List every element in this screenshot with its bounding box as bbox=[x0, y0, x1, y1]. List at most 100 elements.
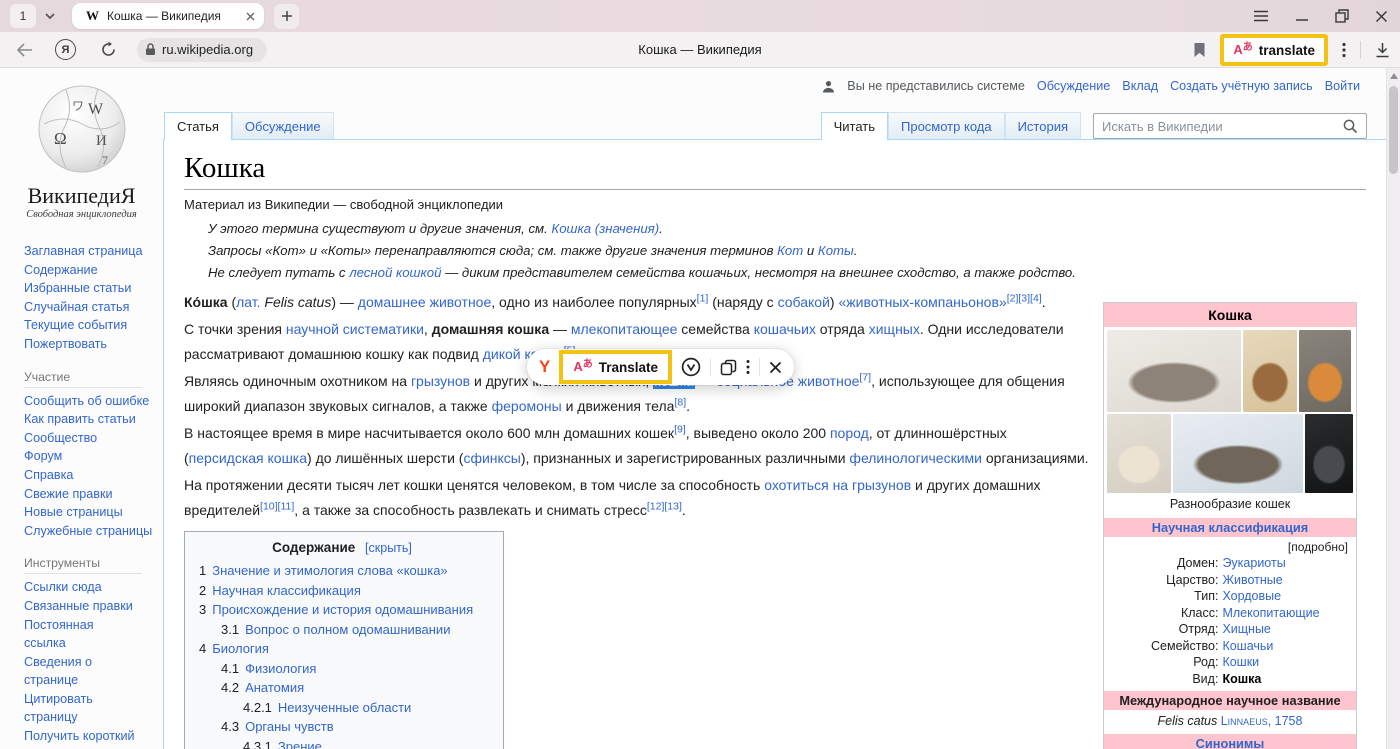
wiki-link[interactable]: Linnaeus bbox=[1221, 714, 1268, 728]
tab-history[interactable]: История bbox=[1005, 112, 1081, 139]
close-window-button[interactable] bbox=[1375, 10, 1388, 23]
classification-header[interactable]: Научная классификация bbox=[1104, 518, 1356, 537]
reference-link[interactable]: [7] bbox=[859, 371, 871, 383]
sidebar-link[interactable]: Случайная статья bbox=[24, 298, 163, 317]
wikipedia-logo[interactable]: Ω W И ワ 7 ВикипедиЯ Свободная энциклопед… bbox=[0, 82, 163, 220]
toc-link[interactable]: Анатомия bbox=[245, 680, 304, 695]
yandex-home-button[interactable]: Я bbox=[55, 39, 76, 60]
personal-link[interactable]: Вклад bbox=[1122, 79, 1158, 93]
sidebar-link[interactable]: Связанные правки bbox=[24, 597, 136, 616]
reference-link[interactable]: [8] bbox=[674, 396, 686, 408]
classification-detail-link[interactable]: [подробно] bbox=[1104, 537, 1356, 555]
wiki-link[interactable]: хищных bbox=[869, 321, 920, 337]
wiki-link[interactable]: фелинологическими bbox=[849, 450, 982, 466]
yandex-search-icon[interactable]: Y bbox=[539, 357, 550, 377]
sidebar-link[interactable]: Содержание bbox=[24, 261, 163, 280]
cat-photo-tabby-lying[interactable] bbox=[1107, 330, 1241, 412]
reference-link[interactable]: [1] bbox=[697, 292, 709, 304]
synonyms-header[interactable]: Синонимы bbox=[1104, 734, 1356, 749]
wiki-link[interactable]: Кот bbox=[777, 243, 803, 258]
tab-read[interactable]: Читать bbox=[821, 112, 888, 140]
cat-photo-orange-white[interactable] bbox=[1299, 330, 1351, 412]
reference-link[interactable]: [9] bbox=[674, 423, 686, 435]
sidebar-link[interactable]: Справка bbox=[24, 466, 163, 485]
sidebar-link[interactable]: Пожертвовать bbox=[24, 335, 163, 354]
wiki-link[interactable]: пород bbox=[830, 425, 869, 441]
sidebar-link[interactable]: Служебные страницы bbox=[24, 522, 163, 541]
wiki-link[interactable]: сфинксы bbox=[463, 450, 520, 466]
toc-item[interactable]: 3.1Вопрос о полном одомашнивании bbox=[199, 620, 485, 640]
wiki-link[interactable]: Коты bbox=[818, 243, 854, 258]
sidebar-link[interactable]: Избранные статьи bbox=[24, 279, 163, 298]
browser-menu-icon[interactable] bbox=[1253, 10, 1269, 22]
tabs-dropdown-chevron-icon[interactable] bbox=[44, 12, 56, 20]
tab-close-icon[interactable] bbox=[245, 11, 256, 22]
wiki-link[interactable]: лат. bbox=[236, 294, 260, 310]
wiki-link[interactable]: Кошка (значения) bbox=[551, 221, 659, 236]
taxonomy-value[interactable]: Кошки bbox=[1222, 654, 1259, 671]
taxonomy-value[interactable]: Хищные bbox=[1222, 621, 1270, 638]
sidebar-link[interactable]: Свежие правки bbox=[24, 485, 163, 504]
sidebar-link[interactable]: Ссылки сюда bbox=[24, 578, 136, 597]
translate-selection-button[interactable]: Aあ Translate bbox=[559, 350, 672, 384]
wiki-link[interactable]: «животных-компаньонов» bbox=[838, 294, 1006, 310]
wiki-link[interactable]: персидская кошка bbox=[189, 450, 307, 466]
toc-hide-link[interactable]: [скрыть] bbox=[365, 541, 412, 555]
taxonomy-value[interactable]: Млекопитающие bbox=[1222, 605, 1319, 622]
cat-photo-snow-tabby[interactable] bbox=[1173, 414, 1303, 493]
toc-item[interactable]: 4.3Органы чувств bbox=[199, 717, 485, 737]
wiki-link[interactable]: собакой bbox=[778, 294, 830, 310]
wiki-link[interactable]: грызунов bbox=[411, 373, 470, 389]
downloads-icon[interactable] bbox=[1375, 42, 1390, 58]
toc-item[interactable]: 2Научная классификация bbox=[199, 581, 485, 601]
wiki-link[interactable]: млекопитающее bbox=[571, 321, 678, 337]
cat-photo-cream[interactable] bbox=[1107, 414, 1171, 493]
new-tab-button[interactable] bbox=[274, 4, 299, 29]
toc-link[interactable]: Научная классификация bbox=[212, 583, 361, 598]
toc-item[interactable]: 4Биология bbox=[199, 639, 485, 659]
popup-kebab-icon[interactable] bbox=[746, 359, 750, 375]
wiki-link[interactable]: научной систематики bbox=[286, 321, 424, 337]
toc-link[interactable]: Неизученные области bbox=[278, 700, 411, 715]
wiki-link[interactable]: , 1758 bbox=[1268, 714, 1303, 728]
toc-link[interactable]: Значение и этимология слова «кошка» bbox=[212, 563, 447, 578]
toc-item[interactable]: 4.2.1Неизученные области bbox=[199, 698, 485, 718]
copy-icon[interactable] bbox=[720, 359, 737, 376]
tab-view-source[interactable]: Просмотр кода bbox=[888, 112, 1005, 139]
cat-photo-abyssinian[interactable] bbox=[1243, 330, 1297, 412]
toc-link[interactable]: Физиология bbox=[245, 661, 316, 676]
scrollbar-up-arrow[interactable] bbox=[1390, 73, 1398, 79]
bookmark-icon[interactable] bbox=[1193, 42, 1206, 58]
sidebar-link[interactable]: Постоянная ссылка bbox=[24, 616, 136, 653]
taxonomy-value[interactable]: Эукариоты bbox=[1222, 555, 1285, 572]
tab-talk[interactable]: Обсуждение bbox=[232, 112, 334, 139]
toc-item[interactable]: 4.3.1Зрение bbox=[199, 737, 485, 749]
taxonomy-value[interactable]: Кошачьи bbox=[1222, 638, 1273, 655]
taxonomy-value[interactable]: Кошка bbox=[1222, 671, 1261, 688]
toc-link[interactable]: Биология bbox=[212, 641, 269, 656]
tab-article[interactable]: Статья bbox=[164, 112, 232, 140]
search-icon[interactable] bbox=[1343, 119, 1358, 134]
toc-link[interactable]: Органы чувств bbox=[245, 719, 334, 734]
taxonomy-value[interactable]: Животные bbox=[1222, 572, 1282, 589]
wiki-link[interactable]: домашнее животное bbox=[358, 294, 491, 310]
sidebar-link[interactable]: Новые страницы bbox=[24, 503, 163, 522]
cat-photo-dark-gray[interactable] bbox=[1305, 414, 1353, 493]
toc-item[interactable]: 4.2Анатомия bbox=[199, 678, 485, 698]
back-button-icon[interactable] bbox=[16, 43, 33, 57]
sidebar-link[interactable]: Сведения о странице bbox=[24, 653, 136, 690]
personal-link[interactable]: Обсуждение bbox=[1037, 79, 1110, 93]
popup-close-icon[interactable] bbox=[769, 361, 782, 374]
browser-tab-active[interactable]: W Кошка — Википедия bbox=[72, 3, 264, 29]
sidebar-link[interactable]: Текущие события bbox=[24, 316, 163, 335]
sidebar-link[interactable]: Получить короткий URL bbox=[24, 727, 136, 749]
minimize-button[interactable] bbox=[1295, 10, 1309, 22]
scrollbar-thumb[interactable] bbox=[1389, 86, 1398, 174]
wiki-link[interactable]: охотиться на грызунов bbox=[764, 477, 911, 493]
toc-link[interactable]: Зрение bbox=[278, 739, 322, 749]
tab-count-button[interactable]: 1 bbox=[10, 4, 36, 28]
reference-link[interactable]: [10][11] bbox=[260, 500, 294, 512]
restore-button[interactable] bbox=[1335, 9, 1349, 23]
wiki-link[interactable]: феромоны bbox=[492, 398, 562, 414]
translate-page-button[interactable]: Aあ translate bbox=[1220, 34, 1328, 66]
